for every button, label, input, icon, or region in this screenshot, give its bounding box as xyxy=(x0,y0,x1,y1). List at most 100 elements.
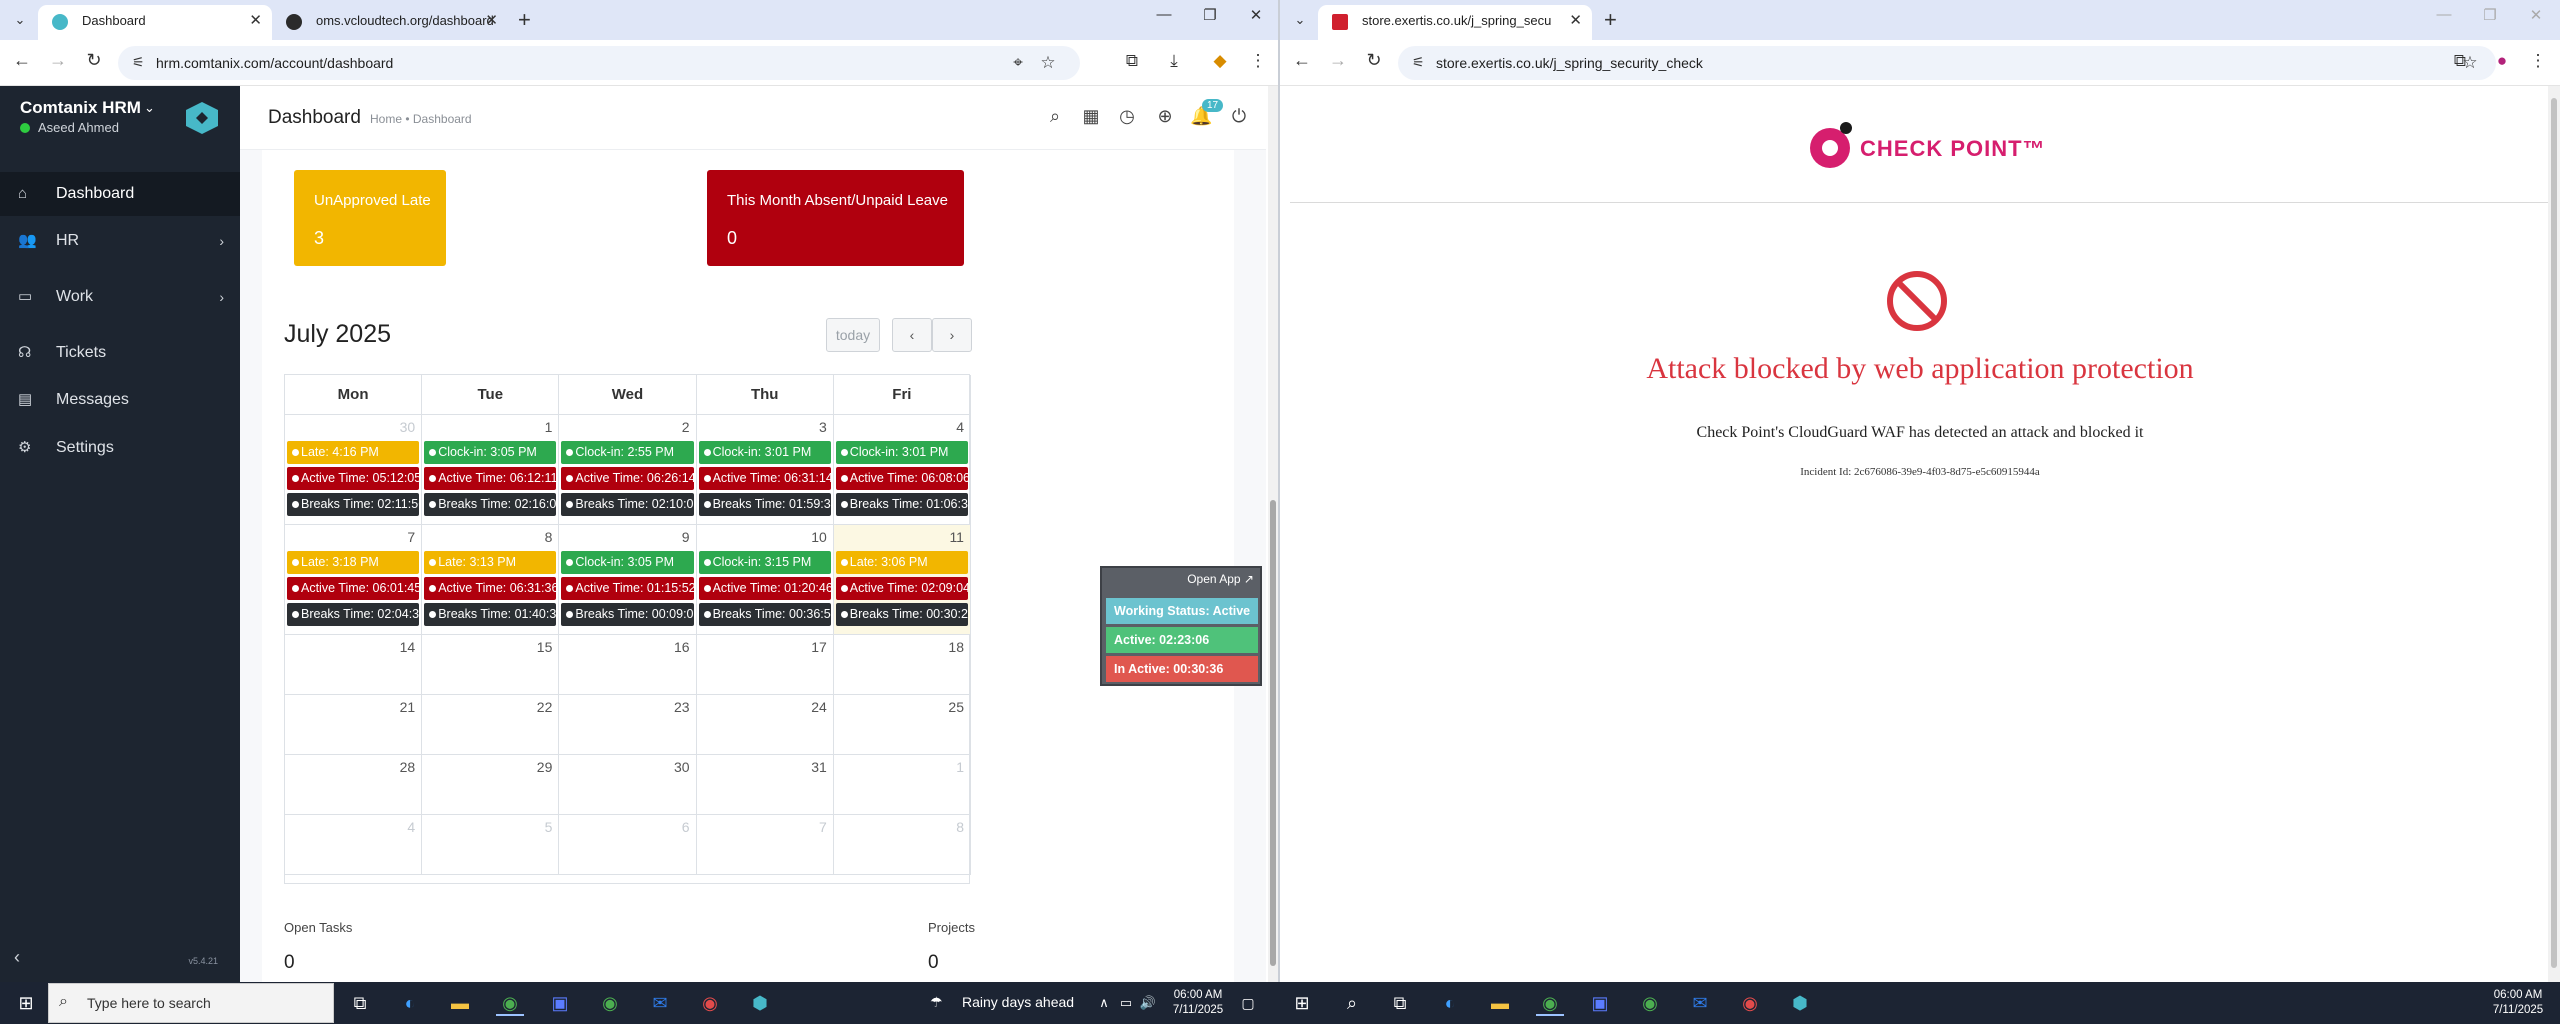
extension-badge-icon[interactable]: ◆ xyxy=(1208,51,1232,71)
page-scrollbar[interactable] xyxy=(2548,86,2560,982)
day-number[interactable]: 8 xyxy=(545,529,553,545)
calendar-day-cell[interactable]: 11 Late: 3:06 PM Active Time: 02:09:04 Brea… xyxy=(833,525,971,635)
hrm-app-icon[interactable]: ⬢ xyxy=(746,990,774,1016)
calendar-event[interactable]: Breaks Time: 00:09:03 xyxy=(561,603,694,626)
chrome-icon[interactable]: ◉ xyxy=(596,990,624,1016)
prev-month-button[interactable]: ‹ xyxy=(892,318,932,352)
calendar-event[interactable]: Breaks Time: 02:16:07 xyxy=(424,493,557,516)
today-button[interactable]: today xyxy=(826,318,880,352)
sidebar-item-work[interactable]: ▭ Work › xyxy=(0,275,240,319)
task-view-icon[interactable]: ⧉ xyxy=(1386,990,1414,1016)
restore-icon[interactable]: ❐ xyxy=(2478,6,2502,24)
calendar-event[interactable]: Breaks Time: 01:40:39 xyxy=(424,603,557,626)
tab-exertis[interactable]: store.exertis.co.uk/j_spring_secu ✕ xyxy=(1318,5,1592,40)
task-view-icon[interactable]: ⧉ xyxy=(346,990,374,1016)
calendar-event[interactable]: Late: 3:13 PM xyxy=(424,551,557,574)
restore-icon[interactable]: ❐ xyxy=(1198,6,1222,24)
sidebar-item-settings[interactable]: ⚙ Settings xyxy=(0,426,240,470)
calendar-day-cell[interactable]: 1 Clock-in: 3:05 PM Active Time: 06:12:11 B… xyxy=(422,415,560,525)
day-number[interactable]: 7 xyxy=(819,819,827,835)
search-icon[interactable]: ⌕ xyxy=(1338,990,1366,1016)
sidebar-item-messages[interactable]: ▤ Messages xyxy=(0,378,240,422)
minimize-icon[interactable]: — xyxy=(2432,6,2456,23)
chevron-down-icon[interactable]: ⌄ xyxy=(144,100,155,116)
calendar-event[interactable]: Late: 4:16 PM xyxy=(287,441,420,464)
profile-avatar-icon[interactable]: ● xyxy=(2490,51,2514,71)
day-number[interactable]: 29 xyxy=(537,759,553,775)
day-number[interactable]: 16 xyxy=(674,639,690,655)
calendar-day-cell[interactable]: 22 xyxy=(422,695,560,755)
calendar-event[interactable]: Clock-in: 3:05 PM xyxy=(424,441,557,464)
day-number[interactable]: 5 xyxy=(545,819,553,835)
day-number[interactable]: 10 xyxy=(811,529,827,545)
notification-center-icon[interactable]: ▢ xyxy=(1234,990,1262,1016)
address-bar[interactable]: ⚟ hrm.comtanix.com/account/dashboard ☆ ⌖ xyxy=(118,46,1080,80)
day-number[interactable]: 1 xyxy=(956,759,964,775)
chrome-icon[interactable]: ◉ xyxy=(1536,990,1564,1016)
taskbar-search[interactable]: ⌕ Type here to search xyxy=(48,983,334,1023)
calendar-event[interactable]: Breaks Time: 00:36:52 xyxy=(698,603,831,626)
day-number[interactable]: 31 xyxy=(811,759,827,775)
close-tab-icon[interactable]: ✕ xyxy=(1569,5,1582,37)
windows-start-icon[interactable]: ⊞ xyxy=(1288,990,1316,1016)
file-explorer-icon[interactable]: ▬ xyxy=(446,990,474,1016)
sidebar-item-tickets[interactable]: ☊ Tickets xyxy=(0,331,240,375)
back-icon[interactable]: ← xyxy=(10,50,34,71)
day-number[interactable]: 30 xyxy=(400,419,416,435)
zoom-icon[interactable]: ▣ xyxy=(546,990,574,1016)
chrome-icon[interactable]: ◉ xyxy=(496,990,524,1016)
file-explorer-icon[interactable]: ▬ xyxy=(1486,990,1514,1016)
calendar-day-cell[interactable]: 23 xyxy=(559,695,697,755)
extensions-icon[interactable]: ⧉ xyxy=(1120,51,1144,71)
calendar-day-cell[interactable]: 2 Clock-in: 2:55 PM Active Time: 06:26:14 B… xyxy=(559,415,697,525)
location-icon[interactable]: ⌖ xyxy=(1006,53,1030,73)
power-icon[interactable]: ⏻ xyxy=(1228,106,1250,127)
calendar-day-cell[interactable]: 25 xyxy=(833,695,971,755)
calendar-day-cell[interactable]: 8 xyxy=(833,815,971,875)
calendar-day-cell[interactable]: 29 xyxy=(422,755,560,815)
new-tab-icon[interactable]: + xyxy=(1604,5,1617,35)
page-scrollbar[interactable] xyxy=(1268,86,1278,982)
calendar-event[interactable]: Clock-in: 3:01 PM xyxy=(698,441,831,464)
calendar-event[interactable]: Breaks Time: 01:59:33 xyxy=(698,493,831,516)
day-number[interactable]: 23 xyxy=(674,699,690,715)
calendar-day-cell[interactable]: 31 xyxy=(696,755,834,815)
day-number[interactable]: 21 xyxy=(400,699,416,715)
close-tab-icon[interactable]: ✕ xyxy=(249,5,262,37)
calendar-day-cell[interactable]: 5 xyxy=(422,815,560,875)
chrome-profile-icon[interactable]: ◉ xyxy=(1736,990,1764,1016)
weather-text[interactable]: Rainy days ahead xyxy=(962,994,1074,1010)
collapse-sidebar-icon[interactable]: ‹ xyxy=(14,947,20,968)
bookmark-star-icon[interactable]: ☆ xyxy=(1036,53,1060,73)
calendar-day-cell[interactable]: 10 Clock-in: 3:15 PM Active Time: 01:20:46… xyxy=(696,525,834,635)
day-number[interactable]: 24 xyxy=(811,699,827,715)
day-number[interactable]: 11 xyxy=(949,529,964,545)
calendar-event[interactable]: Breaks Time: 02:04:37 xyxy=(287,603,420,626)
calendar-day-cell[interactable]: 28 xyxy=(285,755,423,815)
calendar-day-cell[interactable]: 6 xyxy=(559,815,697,875)
calendar-event[interactable]: Active Time: 06:01:45 xyxy=(287,577,420,600)
calendar-day-cell[interactable]: 3 Clock-in: 3:01 PM Active Time: 06:31:14 B… xyxy=(696,415,834,525)
forward-icon[interactable]: → xyxy=(46,50,70,71)
calendar-event[interactable]: Breaks Time: 02:10:03 xyxy=(561,493,694,516)
day-number[interactable]: 9 xyxy=(682,529,690,545)
calendar-day-cell[interactable]: 4 xyxy=(285,815,423,875)
calendar-day-cell[interactable]: 1 xyxy=(833,755,971,815)
volume-icon[interactable]: 🔊 xyxy=(1134,990,1162,1016)
calendar-event[interactable]: Active Time: 06:31:14 xyxy=(698,467,831,490)
calendar-day-cell[interactable]: 14 xyxy=(285,635,423,695)
calendar-event[interactable]: Clock-in: 3:05 PM xyxy=(561,551,694,574)
menu-icon[interactable]: ⋮ xyxy=(1246,51,1270,71)
calendar-event[interactable]: Active Time: 05:12:05 xyxy=(287,467,420,490)
day-number[interactable]: 6 xyxy=(682,819,690,835)
calendar-day-cell[interactable]: 17 xyxy=(696,635,834,695)
calendar-event[interactable]: Clock-in: 3:15 PM xyxy=(698,551,831,574)
calendar-event[interactable]: Clock-in: 3:01 PM xyxy=(835,441,968,464)
day-number[interactable]: 7 xyxy=(407,529,415,545)
search-icon[interactable]: ⌕ xyxy=(1044,106,1066,127)
reload-icon[interactable]: ↻ xyxy=(1362,50,1386,71)
day-number[interactable]: 8 xyxy=(956,819,964,835)
calendar-event[interactable]: Breaks Time: 00:30:22 xyxy=(835,603,968,626)
day-number[interactable]: 22 xyxy=(537,699,553,715)
calendar-day-cell[interactable]: 21 xyxy=(285,695,423,755)
